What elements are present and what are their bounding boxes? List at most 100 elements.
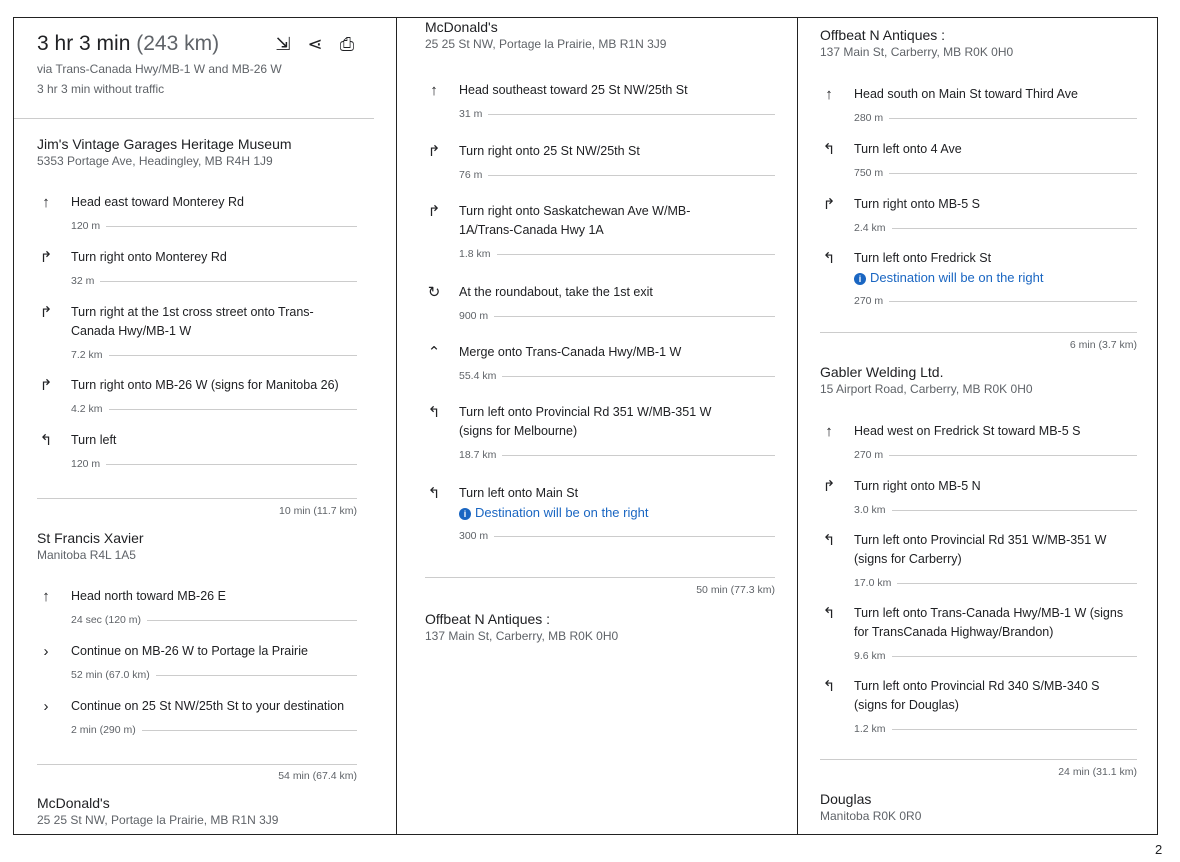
maneuver-icon: ↰	[39, 432, 53, 449]
step-instruction: Head south on Main St toward Third Ave	[854, 85, 1078, 104]
route-via: via Trans-Canada Hwy/MB-1 W and MB-26 W	[37, 62, 282, 76]
step-distance-text: 2.4 km	[854, 222, 886, 234]
step-instruction: Continue on 25 St NW/25th St to your des…	[71, 697, 344, 716]
step-distance: 55.4 km	[459, 370, 775, 382]
step-text: for TransCanada Highway/Brandon)	[854, 625, 1054, 639]
destination-note-text: Destination will be on the right	[475, 505, 649, 520]
place-name: McDonald's	[425, 19, 498, 35]
step-divider	[106, 225, 357, 227]
step-text: At the roundabout, take the 1st exit	[459, 285, 653, 299]
step-divider	[502, 375, 775, 377]
step-divider	[897, 582, 1137, 584]
step-distance-text: 750 m	[854, 167, 884, 179]
step-divider	[496, 253, 775, 255]
step-text: Head north toward MB-26 E	[71, 589, 226, 603]
step-divider	[141, 729, 357, 731]
step-distance-text: 1.8 km	[459, 248, 491, 260]
step-text: 1A/Trans-Canada Hwy 1A	[459, 223, 604, 237]
step-text: Turn left onto 4 Ave	[854, 142, 962, 156]
place-name: McDonald's	[37, 795, 110, 811]
step-distance: 18.7 km	[459, 449, 775, 461]
place-heading: Offbeat N Antiques : 137 Main St, Carber…	[425, 611, 618, 643]
step-distance-text: 9.6 km	[854, 650, 886, 662]
step-text: (signs for Melbourne)	[459, 424, 578, 438]
column-3: Offbeat N Antiques : 137 Main St, Carber…	[797, 18, 1157, 834]
step-instruction: At the roundabout, take the 1st exit	[459, 283, 653, 302]
info-icon: i	[854, 273, 866, 285]
step-instruction: Head west on Fredrick St toward MB-5 S	[854, 422, 1080, 441]
step-divider	[494, 535, 775, 537]
leg-summary: 6 min (3.7 km)	[1069, 339, 1137, 351]
place-address: 25 25 St NW, Portage la Prairie, MB R1N …	[37, 813, 279, 827]
step-text: Head south on Main St toward Third Ave	[854, 87, 1078, 101]
step-text: Turn right onto MB-5 S	[854, 197, 980, 211]
place-address: 15 Airport Road, Carberry, MB R0K 0H0	[820, 382, 1033, 396]
step-distance-text: 52 min (67.0 km)	[71, 669, 150, 681]
step-text: Turn right onto MB-5 N	[854, 479, 981, 493]
step-distance-text: 17.0 km	[854, 577, 892, 589]
step-instruction: Turn left onto Provincial Rd 351 W/MB-35…	[854, 531, 1106, 569]
step-text: Turn right onto 25 St NW/25th St	[459, 144, 640, 158]
step-distance: 3.0 km	[854, 504, 1137, 516]
maneuver-icon: ↰	[822, 250, 836, 267]
send-to-phone-icon[interactable]: ⇲	[272, 34, 294, 55]
place-address: Manitoba R0K 0R0	[820, 809, 922, 823]
step-instruction: Turn right onto MB-5 N	[854, 477, 981, 496]
step-instruction: Turn left onto Main St i Destination will …	[459, 484, 648, 522]
column-2: McDonald's 25 25 St NW, Portage la Prair…	[397, 18, 797, 834]
maneuver-icon: ↑	[42, 588, 50, 605]
step-distance-text: 270 m	[854, 295, 884, 307]
step-distance-text: 32 m	[71, 275, 95, 287]
leg-summary: 54 min (67.4 km)	[278, 770, 357, 782]
step-divider	[108, 354, 357, 356]
step-distance: 31 m	[459, 108, 775, 120]
step-distance-text: 76 m	[459, 169, 483, 181]
step-distance: 76 m	[459, 169, 775, 181]
step-text: Turn left onto Provincial Rd 351 W/MB-35…	[854, 533, 1107, 547]
maneuver-icon: ⌃	[427, 344, 441, 361]
step-distance: 9.6 km	[854, 650, 1137, 662]
total-time: 3 hr 3 min	[37, 32, 131, 55]
step-distance-text: 3.0 km	[854, 504, 886, 516]
step-text: Turn right at the 1st cross street onto …	[71, 305, 314, 319]
step-divider	[106, 463, 357, 465]
maneuver-icon: ↰	[427, 485, 441, 502]
step-instruction: Head east toward Monterey Rd	[71, 193, 244, 212]
maneuver-icon: ↑	[825, 423, 833, 440]
step-distance-text: 120 m	[71, 220, 101, 232]
leg-summary: 24 min (31.1 km)	[1058, 766, 1137, 778]
step-instruction: Head southeast toward 25 St NW/25th St	[459, 81, 688, 100]
step-distance: 1.2 km	[854, 723, 1137, 735]
divider	[14, 118, 374, 119]
step-text: Turn left onto Main St	[459, 486, 579, 500]
step-divider	[147, 619, 357, 621]
destination-note: i Destination will be on the right	[854, 268, 1043, 287]
maneuver-icon: ›	[43, 698, 49, 715]
divider	[820, 332, 1137, 333]
step-instruction: Turn right onto MB-26 W (signs for Manit…	[71, 376, 339, 395]
divider	[820, 759, 1137, 760]
share-icon[interactable]: ⋖	[304, 34, 326, 55]
step-distance: 270 m	[854, 449, 1137, 461]
maneuver-icon: ↱	[822, 196, 836, 213]
place-heading: McDonald's 25 25 St NW, Portage la Prair…	[37, 795, 278, 827]
step-divider	[100, 280, 357, 282]
place-name: Offbeat N Antiques :	[820, 27, 946, 43]
step-divider	[891, 655, 1137, 657]
step-distance: 300 m	[459, 530, 775, 542]
step-text: Turn right onto Saskatchewan Ave W/MB-	[459, 204, 691, 218]
step-distance-text: 7.2 km	[71, 349, 103, 361]
step-distance: 24 sec (120 m)	[71, 614, 357, 626]
maneuver-icon: ↱	[427, 143, 441, 160]
step-distance-text: 300 m	[459, 530, 489, 542]
step-distance: 2 min (290 m)	[71, 724, 357, 736]
place-heading: Gabler Welding Ltd. 15 Airport Road, Car…	[820, 364, 1033, 396]
step-instruction: Turn right at the 1st cross street onto …	[71, 303, 314, 341]
maneuver-icon: ↰	[427, 404, 441, 421]
step-distance-text: 900 m	[459, 310, 489, 322]
column-1: 3 hr 3 min (243 km) via Trans-Canada Hwy…	[14, 18, 397, 834]
step-instruction: Turn right onto 25 St NW/25th St	[459, 142, 640, 161]
step-distance-text: 18.7 km	[459, 449, 497, 461]
print-icon[interactable]: ⎙	[336, 34, 358, 55]
step-text: (signs for Douglas)	[854, 698, 959, 712]
